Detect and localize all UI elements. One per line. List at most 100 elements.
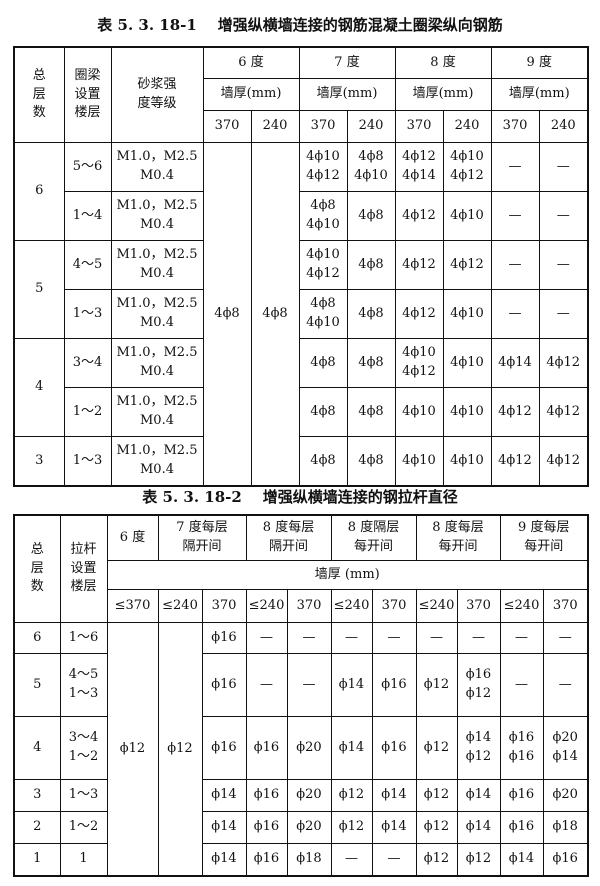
rebar-cell: 4ϕ14 bbox=[490, 338, 540, 388]
table-row: 6 1～6 ϕ12 ϕ12 ϕ16— — — — — — — — bbox=[13, 622, 589, 877]
rod-diameter-cell: — bbox=[371, 843, 417, 877]
floor-range-cell: 4～5 bbox=[63, 240, 112, 290]
rod-diameter-cell: — bbox=[330, 622, 373, 654]
rebar-cell: 4ϕ12 bbox=[538, 387, 589, 437]
rod-6deg-cell: ϕ12 bbox=[106, 622, 159, 877]
rod-diameter-cell: — bbox=[245, 653, 288, 717]
rebar-cell: — bbox=[490, 289, 540, 339]
rod-diameter-cell: — bbox=[499, 653, 544, 717]
rod-diameter-cell: ϕ20 bbox=[286, 811, 332, 844]
rod-diameter-cell: ϕ14 bbox=[201, 843, 247, 877]
rod-diameter-cell: ϕ12 bbox=[330, 811, 373, 844]
rebar-cell: 4ϕ8 4ϕ10 bbox=[298, 191, 348, 241]
header-thickness-value: 370 bbox=[286, 589, 332, 623]
header-thickness-value: 370 bbox=[490, 110, 540, 143]
rebar-cell: 4ϕ8 bbox=[346, 387, 396, 437]
header-wall-thickness: 墙厚(mm) bbox=[394, 78, 492, 111]
rebar-cell: 4ϕ12 bbox=[490, 436, 540, 487]
rod-diameter-cell: ϕ14 bbox=[201, 811, 247, 844]
rebar-cell: — bbox=[538, 240, 589, 290]
header-thickness-value: 370 bbox=[298, 110, 348, 143]
rebar-cell: 4ϕ8 bbox=[346, 191, 396, 241]
header-thickness-value: 370 bbox=[201, 589, 247, 623]
tie-rod-table: 总 层 数拉杆 设置 楼层 6 度7 度每层 隔开间 8 度每层 隔开间 8 度隔层 … bbox=[13, 514, 589, 877]
mortar-grade-cell: M1.0，M2.5 M0.4 bbox=[110, 240, 204, 290]
floor-range-cell: 3～4 1～2 bbox=[59, 716, 108, 780]
header-ring-beam-floor: 圈梁 设置 楼层 bbox=[63, 46, 112, 143]
total-floors-cell: 3 bbox=[13, 779, 61, 812]
floor-range-cell: 1～3 bbox=[63, 436, 112, 487]
header-thickness-value: 240 bbox=[538, 110, 589, 143]
rod-diameter-cell: ϕ16 bbox=[245, 716, 288, 780]
mortar-grade-cell: M1.0，M2.5 M0.4 bbox=[110, 142, 204, 192]
header-wall-thickness: 墙厚(mm) bbox=[202, 78, 300, 111]
rebar-cell: 4ϕ10 bbox=[394, 436, 444, 487]
rod-diameter-cell: — bbox=[330, 843, 373, 877]
total-floors-cell: 4 bbox=[13, 716, 61, 780]
mortar-grade-cell: M1.0，M2.5 M0.4 bbox=[110, 436, 204, 487]
rod-diameter-cell: ϕ16 bbox=[499, 779, 544, 812]
total-floors-cell: 1 bbox=[13, 843, 61, 877]
rebar-cell: 4ϕ12 bbox=[394, 240, 444, 290]
rod-diameter-cell: ϕ16 ϕ12 bbox=[456, 653, 501, 717]
rebar-cell: — bbox=[538, 191, 589, 241]
floor-range-cell: 1～3 bbox=[63, 289, 112, 339]
rebar-cell: 4ϕ12 bbox=[490, 387, 540, 437]
table-row: 5 4～5 1～3 ϕ16— — ϕ14 ϕ16 ϕ12 ϕ16 ϕ12— — bbox=[13, 653, 589, 717]
rod-diameter-cell: ϕ16 bbox=[499, 811, 544, 844]
table-row: 3 1～3 ϕ14 ϕ16 ϕ20 ϕ12 ϕ14 ϕ12 ϕ14 ϕ16 ϕ20 bbox=[13, 779, 589, 812]
rod-diameter-cell: ϕ12 bbox=[415, 653, 458, 717]
rod-diameter-cell: — bbox=[286, 622, 332, 654]
header-thickness-value: 240 bbox=[442, 110, 492, 143]
header-intensity: 9 度 bbox=[490, 46, 589, 79]
header-wall-thickness: 墙厚(mm) bbox=[298, 78, 396, 111]
header-wall-thickness: 墙厚(mm) bbox=[490, 78, 589, 111]
rod-diameter-cell: ϕ12 bbox=[456, 843, 501, 877]
rod-diameter-cell: ϕ16 bbox=[371, 716, 417, 780]
rebar-cell: 4ϕ10 4ϕ12 bbox=[298, 240, 348, 290]
header-thickness-value: ≤240 bbox=[157, 589, 203, 623]
rod-diameter-cell: ϕ14 bbox=[330, 653, 373, 717]
header-thickness-value: ≤240 bbox=[245, 589, 288, 623]
rod-diameter-cell: — bbox=[542, 622, 589, 654]
rebar-cell: 4ϕ8 bbox=[298, 338, 348, 388]
rod-diameter-cell: ϕ12 bbox=[415, 779, 458, 812]
rod-diameter-cell: ϕ16 ϕ16 bbox=[499, 716, 544, 780]
rod-diameter-cell: ϕ18 bbox=[286, 843, 332, 877]
header-intensity: 6 度 bbox=[202, 46, 300, 79]
rod-diameter-cell: ϕ12 bbox=[415, 716, 458, 780]
header-intensity-group: 9 度每层 每开间 bbox=[499, 514, 589, 561]
header-thickness-value: ≤370 bbox=[106, 589, 159, 623]
rebar-cell: 4ϕ8 bbox=[298, 387, 348, 437]
total-floors-cell: 5 bbox=[13, 653, 61, 717]
rod-diameter-cell: ϕ14 bbox=[330, 716, 373, 780]
header-thickness-value: 240 bbox=[250, 110, 300, 143]
header-6deg: 6 度 bbox=[106, 514, 159, 561]
total-floors-cell: 6 bbox=[13, 622, 61, 654]
floor-range-cell: 1～2 bbox=[59, 811, 108, 844]
total-floors-cell: 2 bbox=[13, 811, 61, 844]
rod-diameter-cell: ϕ12 bbox=[415, 843, 458, 877]
floor-range-cell: 1 bbox=[59, 843, 108, 877]
header-thickness-value: 370 bbox=[394, 110, 444, 143]
rebar-cell: — bbox=[538, 142, 589, 192]
rebar-cell: 4ϕ8 bbox=[346, 436, 396, 487]
rebar-cell: 4ϕ12 bbox=[538, 338, 589, 388]
rebar-cell: 4ϕ10 bbox=[442, 289, 492, 339]
floor-range-cell: 3～4 bbox=[63, 338, 112, 388]
rod-diameter-cell: ϕ16 bbox=[201, 653, 247, 717]
document-page: 表 5. 3. 18-1 增强纵横墙连接的钢筋混凝土圈梁纵向钢筋 总 层 数圈梁… bbox=[0, 0, 600, 886]
total-floors-cell: 3 bbox=[13, 436, 65, 487]
header-thickness-value: 370 bbox=[202, 110, 252, 143]
header-wall-thickness: 墙厚 (mm) bbox=[106, 560, 589, 590]
rebar-cell: 4ϕ8 4ϕ10 bbox=[346, 142, 396, 192]
rod-diameter-cell: ϕ14 bbox=[371, 811, 417, 844]
rebar-cell: — bbox=[490, 142, 540, 192]
rod-diameter-cell: — bbox=[456, 622, 501, 654]
header-thickness-value: ≤240 bbox=[499, 589, 544, 623]
table-row: 1 1 ϕ14 ϕ16 ϕ18— — ϕ12 ϕ12 ϕ14 ϕ16 bbox=[13, 843, 589, 877]
rod-diameter-cell: ϕ16 bbox=[201, 716, 247, 780]
table2-caption: 表 5. 3. 18-2 增强纵横墙连接的钢拉杆直径 bbox=[142, 488, 458, 506]
rebar-cell: 4ϕ8 bbox=[298, 436, 348, 487]
rebar-cell: 4ϕ10 bbox=[442, 191, 492, 241]
